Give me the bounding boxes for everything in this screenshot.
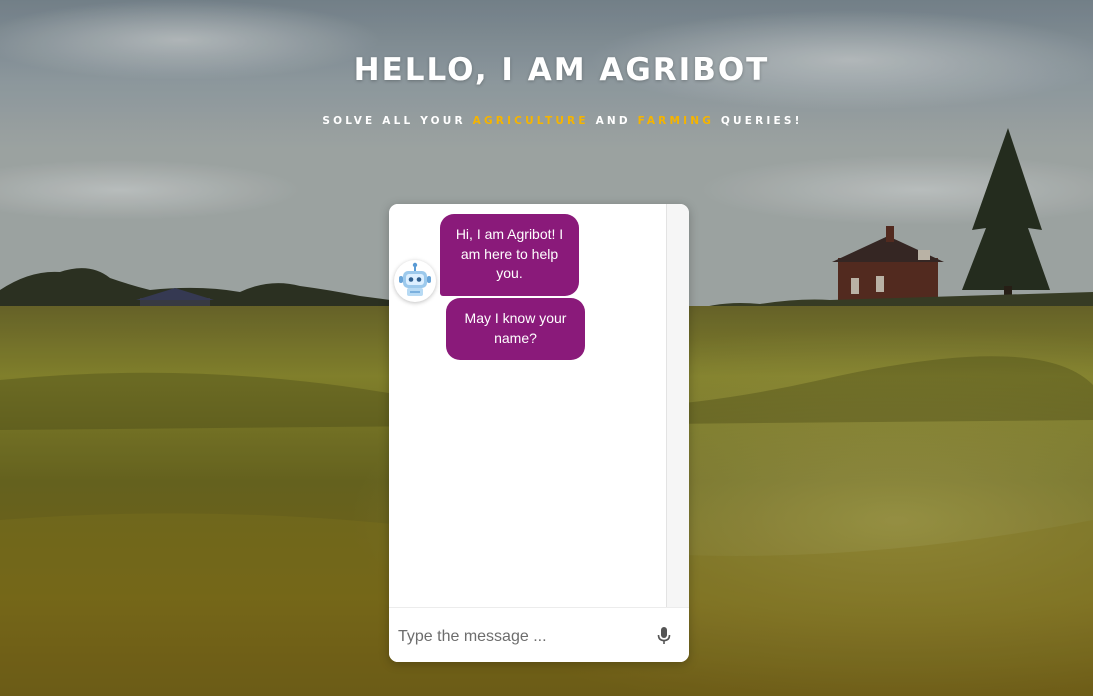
subtitle-highlight-farming: FARMING [637,115,715,127]
chat-input-bar [389,607,689,662]
chat-scrollbar[interactable] [666,204,689,607]
message-input[interactable] [398,625,648,649]
subtitle-text-2: AND [588,115,638,127]
bot-avatar [394,260,436,302]
page-subtitle: SOLVE ALL YOUR AGRICULTURE AND FARMING Q… [0,115,1093,127]
subtitle-highlight-agriculture: AGRICULTURE [472,115,589,127]
subtitle-text-3: QUERIES! [714,115,803,127]
subtitle-text-1: SOLVE ALL YOUR [322,115,473,127]
bot-message: Hi, I am Agribot! I am here to help you. [440,214,579,296]
chat-widget: Hi, I am Agribot! I am here to help you.… [389,204,689,662]
page-title: HELLO, I AM AGRIBOT [353,52,770,88]
robot-icon [399,262,431,296]
chat-messages-area[interactable]: Hi, I am Agribot! I am here to help you.… [389,204,666,607]
bot-message: May I know your name? [446,298,585,360]
microphone-icon[interactable] [655,626,673,646]
